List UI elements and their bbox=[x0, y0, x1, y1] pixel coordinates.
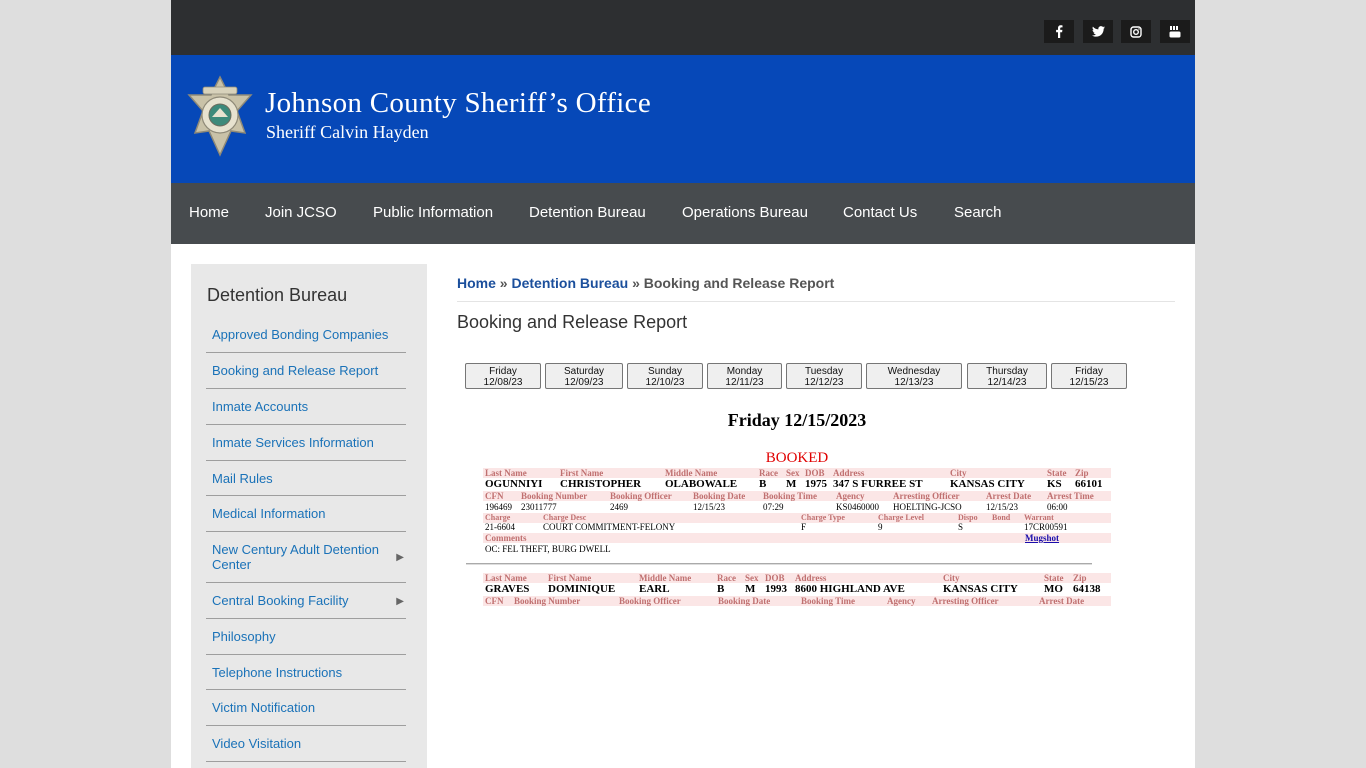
sidebar-item-medical-information[interactable]: Medical Information bbox=[206, 495, 406, 532]
sidebar-item-label: Inmate Accounts bbox=[212, 399, 309, 414]
breadcrumb-home-link[interactable]: Home bbox=[457, 275, 496, 291]
nav-contact-us[interactable]: Contact Us bbox=[843, 204, 917, 221]
sidebar-item-label-line1: New Century Adult Detention bbox=[212, 542, 379, 557]
page-title: Booking and Release Report bbox=[457, 312, 688, 332]
record-divider bbox=[466, 563, 1092, 565]
report-date-heading: Friday 12/15/2023 bbox=[727, 410, 867, 430]
nav-join-jcso[interactable]: Join JCSO bbox=[265, 204, 337, 221]
top-bar bbox=[171, 0, 1195, 55]
record-1-name-values: OGUNNIYI CHRISTOPHER OLABOWALE B M 1975 … bbox=[485, 478, 1103, 490]
day-button-monday-12-11[interactable]: Monday 12/11/23 bbox=[707, 363, 782, 389]
nav-public-information[interactable]: Public Information bbox=[373, 204, 493, 221]
record-1-booking-values: 196469 23011777 2469 12/15/23 07:29 KS04… bbox=[485, 502, 1068, 512]
sidebar-item-telephone-instructions[interactable]: Telephone Instructions bbox=[206, 654, 406, 690]
sidebar-item-label: Philosophy bbox=[212, 629, 276, 644]
sidebar-item-label: Booking and Release Report bbox=[212, 363, 379, 378]
sidebar-item-video-visitation[interactable]: Video Visitation bbox=[206, 725, 406, 762]
breadcrumb-detention-bureau-link[interactable]: Detention Bureau bbox=[511, 275, 628, 291]
sidebar-item-label: Inmate Services Information bbox=[212, 435, 374, 450]
nav-operations-bureau[interactable]: Operations Bureau bbox=[682, 204, 808, 221]
chevron-right-icon: ▶ bbox=[396, 552, 404, 563]
sidebar-item-label: Telephone Instructions bbox=[212, 665, 343, 680]
instagram-icon[interactable] bbox=[1121, 20, 1151, 43]
sidebar-item-inmate-services-information[interactable]: Inmate Services Information bbox=[206, 424, 406, 461]
sidebar-item-central-booking-facility[interactable]: Central Booking Facility ▶ bbox=[206, 582, 406, 619]
day-button-friday-12-08[interactable]: Friday 12/08/23 bbox=[465, 363, 541, 389]
header-banner: Johnson County Sheriff’s Office Sheriff … bbox=[171, 55, 1195, 183]
nav-detention-bureau[interactable]: Detention Bureau bbox=[529, 204, 646, 221]
sidebar-item-label: Mail Rules bbox=[212, 471, 273, 486]
facebook-icon[interactable] bbox=[1044, 20, 1074, 43]
record-1-booking-labels: CFN Booking Number Booking Officer Booki… bbox=[483, 491, 1111, 501]
sidebar-item-philosophy[interactable]: Philosophy bbox=[206, 618, 406, 655]
breadcrumb-separator: » bbox=[632, 275, 640, 291]
record-1-comments-labels: Comments Mugshot bbox=[483, 533, 1111, 543]
sidebar-item-label: Approved Bonding Companies bbox=[212, 327, 389, 342]
day-button-saturday-12-09[interactable]: Saturday 12/09/23 bbox=[545, 363, 623, 389]
day-button-tuesday-12-12[interactable]: Tuesday 12/12/23 bbox=[786, 363, 862, 389]
breadcrumb-current: Booking and Release Report bbox=[643, 275, 835, 291]
day-button-sunday-12-10[interactable]: Sunday 12/10/23 bbox=[627, 363, 703, 389]
sidebar-item-label: Central Booking Facility bbox=[212, 593, 349, 608]
nav-home[interactable]: Home bbox=[189, 204, 229, 221]
sidebar-item-approved-bonding-companies[interactable]: Approved Bonding Companies bbox=[206, 316, 406, 353]
site-subtitle: Sheriff Calvin Hayden bbox=[266, 122, 429, 142]
nav-search[interactable]: Search bbox=[954, 204, 1002, 221]
sidebar-item-label-line2: Center bbox=[212, 557, 252, 572]
day-button-friday-12-15[interactable]: Friday 12/15/23 bbox=[1051, 363, 1127, 389]
twitter-icon[interactable] bbox=[1083, 20, 1113, 43]
record-2-name-values: GRAVES DOMINIQUE EARL B M 1993 8600 HIGH… bbox=[485, 583, 1101, 595]
sidebar-item-victim-notification[interactable]: Victim Notification bbox=[206, 689, 406, 726]
record-1-charge-values: 21-6604 COURT COMMITMENT-FELONY F 9 S 17… bbox=[485, 522, 1068, 532]
site-title: Johnson County Sheriff’s Office bbox=[265, 87, 652, 119]
sidebar-item-new-century-adult-detention-center[interactable]: New Century Adult Detention Center ▶ bbox=[206, 531, 406, 583]
record-2-booking-labels: CFN Booking Number Booking Officer Booki… bbox=[483, 596, 1111, 606]
sidebar-item-label: Video Visitation bbox=[212, 736, 302, 751]
sidebar-item-inmate-accounts[interactable]: Inmate Accounts bbox=[206, 388, 406, 425]
breadcrumb-separator: » bbox=[499, 275, 508, 291]
youtube-icon[interactable] bbox=[1160, 20, 1190, 43]
chevron-right-icon: ▶ bbox=[396, 596, 404, 607]
mugshot-link[interactable]: Mugshot bbox=[1025, 533, 1059, 543]
sidebar-item-booking-and-release-report[interactable]: Booking and Release Report bbox=[206, 352, 406, 389]
sidebar-item-label: Victim Notification bbox=[212, 700, 316, 715]
day-button-wednesday-12-13[interactable]: Wednesday 12/13/23 bbox=[866, 363, 962, 389]
page-container: Johnson County Sheriff’s Office Sheriff … bbox=[171, 0, 1195, 768]
record-2-name-labels: Last Name First Name Middle Name Race Se… bbox=[483, 573, 1111, 583]
booked-section-label: BOOKED bbox=[765, 450, 829, 466]
main-nav: Home Join JCSO Public Information Detent… bbox=[171, 183, 1195, 244]
sheriff-badge-logo[interactable] bbox=[185, 73, 255, 163]
sidebar-title: Detention Bureau bbox=[207, 285, 348, 305]
day-button-thursday-12-14[interactable]: Thursday 12/14/23 bbox=[967, 363, 1047, 389]
record-1-comments-value: OC: FEL THEFT, BURG DWELL bbox=[485, 544, 611, 554]
breadcrumb: Home » Detention Bureau » Booking and Re… bbox=[457, 275, 1175, 302]
sidebar-item-mail-rules[interactable]: Mail Rules bbox=[206, 460, 406, 496]
sidebar: Detention Bureau Approved Bonding Compan… bbox=[191, 264, 427, 768]
record-1-name-labels: Last Name First Name Middle Name Race Se… bbox=[483, 468, 1111, 478]
sidebar-item-label: Medical Information bbox=[212, 506, 326, 521]
